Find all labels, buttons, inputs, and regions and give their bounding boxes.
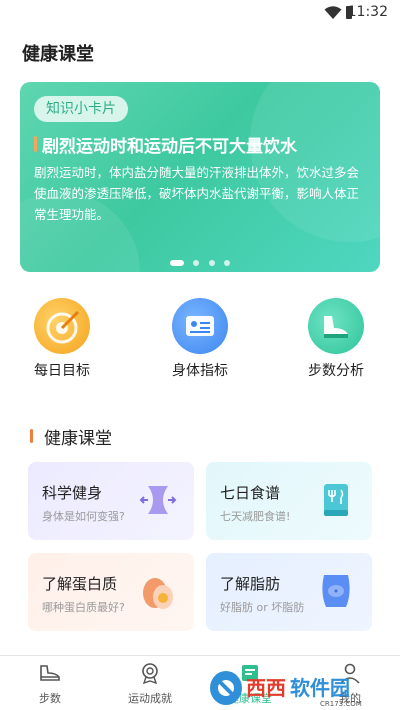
card-subtitle: 身体是如何变强? [42, 510, 125, 523]
card-fat[interactable]: 了解脂肪 好脂肪 or 坏脂肪 [206, 553, 372, 631]
carousel-dot-4[interactable] [223, 259, 230, 266]
medal-icon [142, 663, 158, 685]
card-title: 科学健身 [42, 484, 103, 502]
section-accent-bar [30, 429, 33, 443]
svg-text:西西: 西西 [246, 676, 286, 700]
card-protein[interactable]: 了解蛋白质 哪种蛋白质最好? [28, 553, 194, 631]
banner-headline: 剧烈运动时和运动后不可大量饮水 [42, 137, 297, 157]
card-title: 七日食谱 [220, 484, 281, 502]
status-time: 11:32 [347, 4, 388, 20]
tab-label: 运动成就 [128, 692, 172, 705]
quick-action-label: 身体指标 [172, 363, 228, 379]
egg-icon [143, 578, 173, 609]
tab-label: 步数 [39, 692, 61, 705]
card-title: 了解蛋白质 [42, 575, 118, 593]
quick-action-body-metrics[interactable]: 身体指标 [155, 298, 245, 380]
svg-text:CR173.COM: CR173.COM [320, 700, 362, 708]
banner-description: 剧烈运动时，体内盐分随大量的汗液排出体外，饮水过多会使血液的渗透压降低，破坏体内… [34, 165, 360, 222]
watermark-logo: 西西 软件园 CR173.COM [210, 671, 362, 708]
wifi-icon [324, 6, 342, 19]
knowledge-banner[interactable]: 知识小卡片 剧烈运动时和运动后不可大量饮水 剧烈运动时，体内盐分随大量的汗液排出… [20, 82, 380, 272]
card-fitness[interactable]: 科学健身 身体是如何变强? [28, 462, 194, 540]
carousel-dot-2[interactable] [193, 259, 200, 266]
carousel-dot-3[interactable] [208, 259, 215, 266]
shoe-icon [308, 298, 364, 354]
tab-achievements[interactable]: 运动成就 [100, 656, 200, 710]
banner-tag: 知识小卡片 [34, 96, 128, 122]
card-seven-day-recipe[interactable]: 七日食谱 七天减肥食谱! [206, 462, 372, 540]
card-subtitle: 好脂肪 or 坏脂肪 [220, 601, 305, 614]
quick-action-daily-goal[interactable]: 每日目标 [17, 298, 107, 380]
recipe-book-icon [324, 484, 348, 516]
carousel-indicator[interactable] [20, 252, 380, 271]
shoe-outline-icon [40, 665, 60, 681]
quick-action-label: 步数分析 [308, 363, 364, 379]
svg-text:软件园: 软件园 [290, 676, 350, 700]
quick-action-step-analysis[interactable]: 步数分析 [291, 298, 381, 380]
tab-steps[interactable]: 步数 [0, 656, 100, 710]
belly-icon [322, 575, 350, 607]
page-title: 健康课堂 [22, 44, 94, 65]
quick-action-label: 每日目标 [34, 363, 90, 379]
card-title: 了解脂肪 [220, 575, 281, 593]
id-card-icon [172, 298, 228, 354]
carousel-dot-1[interactable] [170, 259, 185, 266]
card-subtitle: 七天减肥食谱! [220, 510, 291, 523]
card-subtitle: 哪种蛋白质最好? [42, 601, 125, 614]
headline-accent-bar [34, 136, 37, 152]
section-title: 健康课堂 [44, 429, 112, 449]
status-bar: 11:32 [0, 0, 400, 26]
waist-icon [139, 486, 177, 514]
target-icon [34, 298, 90, 354]
